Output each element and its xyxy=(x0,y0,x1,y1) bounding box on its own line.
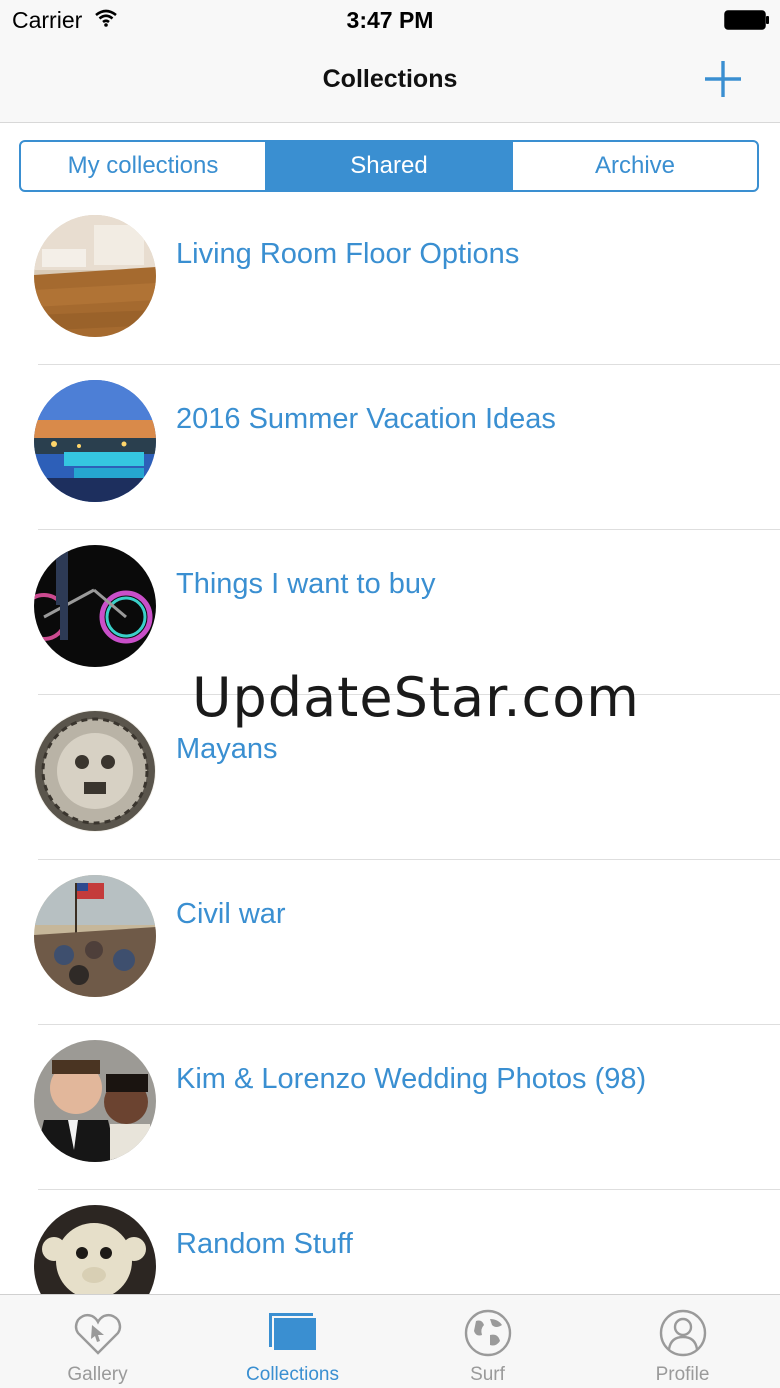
battery-icon xyxy=(724,10,770,30)
collection-filter-segmented-control: My collections Shared Archive xyxy=(19,140,759,192)
globe-icon xyxy=(462,1307,514,1359)
status-bar: Carrier 3:47 PM xyxy=(0,0,780,40)
collection-thumbnail xyxy=(34,1040,156,1162)
segment-archive[interactable]: Archive xyxy=(511,142,757,190)
add-collection-button[interactable] xyxy=(702,58,744,100)
tab-collections[interactable]: Collections xyxy=(195,1295,390,1388)
clock: 3:47 PM xyxy=(346,7,434,33)
collection-title: Random Stuff xyxy=(176,1228,353,1260)
page-title: Collections xyxy=(322,65,458,93)
collection-title: 2016 Summer Vacation Ideas xyxy=(176,403,556,435)
tab-profile[interactable]: Profile xyxy=(585,1295,780,1388)
collection-thumbnail xyxy=(34,875,156,997)
collection-title: Mayans xyxy=(176,733,278,765)
collection-thumbnail xyxy=(34,710,156,832)
segment-shared[interactable]: Shared xyxy=(265,142,511,190)
tab-label: Profile xyxy=(655,1364,710,1385)
collections-icon xyxy=(267,1307,319,1359)
plus-icon xyxy=(705,61,741,97)
tab-label: Collections xyxy=(246,1364,339,1385)
tab-label: Gallery xyxy=(67,1364,128,1385)
collection-title: Living Room Floor Options xyxy=(176,238,520,270)
collection-row[interactable]: Civil war xyxy=(0,860,780,1025)
tab-surf[interactable]: Surf xyxy=(390,1295,585,1388)
person-icon xyxy=(657,1307,709,1359)
collection-title: Kim & Lorenzo Wedding Photos (98) xyxy=(176,1063,647,1095)
heart-cursor-icon xyxy=(72,1307,124,1359)
segment-my-collections[interactable]: My collections xyxy=(21,142,265,190)
collection-row[interactable]: 2016 Summer Vacation Ideas xyxy=(0,365,780,530)
collection-title: Things I want to buy xyxy=(176,568,436,600)
watermark-text: UpdateStar.com xyxy=(192,666,640,729)
collection-thumbnail xyxy=(34,215,156,337)
collection-thumbnail xyxy=(34,545,156,667)
collection-row[interactable]: Kim & Lorenzo Wedding Photos (98) xyxy=(0,1025,780,1190)
navigation-bar: Collections xyxy=(0,40,780,123)
collection-row[interactable]: Living Room Floor Options xyxy=(0,200,780,365)
collection-thumbnail xyxy=(34,380,156,502)
tab-gallery[interactable]: Gallery xyxy=(0,1295,195,1388)
collections-list: Living Room Floor Options 2016 Summer Va… xyxy=(0,200,780,1355)
tab-bar: Gallery Collections Surf Profile xyxy=(0,1294,780,1388)
collection-title: Civil war xyxy=(176,898,286,930)
tab-label: Surf xyxy=(470,1364,505,1385)
